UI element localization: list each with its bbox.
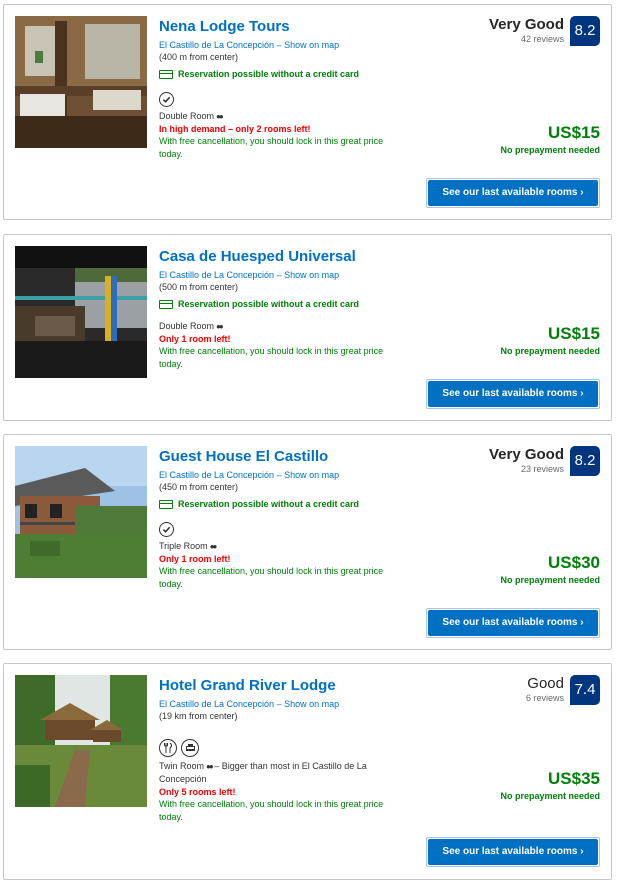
room-type: Twin Room ●● – Bigger than most in El Cas… <box>159 760 399 786</box>
see-rooms-label: See our last available rooms › <box>428 839 598 865</box>
review-count: 6 reviews <box>525 693 564 703</box>
property-card: Guest House El Castillo El Castillo de L… <box>3 434 612 650</box>
room-type-label: Twin Room <box>159 761 205 771</box>
credit-card-icon <box>159 499 173 509</box>
property-name[interactable]: Hotel Grand River Lodge <box>159 676 409 696</box>
restaurant-icon <box>159 739 177 757</box>
review-word: Good <box>527 675 564 692</box>
credit-card-icon <box>159 299 173 309</box>
property-name[interactable]: Nena Lodge Tours <box>159 17 409 37</box>
demand-warning: Only 5 rooms left! <box>159 787 236 797</box>
room-type: Double Room ●● <box>159 110 409 123</box>
prepayment-note: No prepayment needed <box>500 791 600 801</box>
property-name[interactable]: Guest House El Castillo <box>159 447 409 467</box>
property-photo[interactable] <box>15 675 147 807</box>
property-photo[interactable] <box>15 16 147 148</box>
demand-warning: Only 1 room left! <box>159 334 231 344</box>
review-summary[interactable]: Good 6 reviews 7.4 <box>526 675 600 705</box>
property-card: Nena Lodge Tours El Castillo de La Conce… <box>3 4 612 220</box>
review-word: Very Good <box>488 446 564 463</box>
property-distance: (500 m from center) <box>159 282 239 292</box>
no-credit-card-note: Reservation possible without a credit ca… <box>159 298 409 310</box>
prepayment-note: No prepayment needed <box>500 145 600 155</box>
see-rooms-label: See our last available rooms › <box>428 610 598 636</box>
property-name[interactable]: Casa de Huesped Universal <box>159 247 409 267</box>
see-rooms-button[interactable]: See our last available rooms › <box>426 178 600 208</box>
property-distance: (19 km from center) <box>159 711 238 721</box>
check-badge-icon <box>159 92 174 107</box>
check-badge-icon <box>159 522 174 537</box>
no-credit-card-note: Reservation possible without a credit ca… <box>159 68 409 80</box>
property-photo[interactable] <box>15 446 147 578</box>
two-guests-icon: ●● <box>209 542 218 551</box>
room-type-label: Double Room <box>159 111 215 121</box>
price: US$35 <box>548 769 600 788</box>
property-card: Casa de Huesped Universal El Castillo de… <box>3 234 612 421</box>
no-credit-card-label: Reservation possible without a credit ca… <box>178 69 360 79</box>
see-rooms-button[interactable]: See our last available rooms › <box>426 837 600 867</box>
review-word: Very Good <box>488 16 564 33</box>
review-count: 23 reviews <box>520 464 564 474</box>
property-location[interactable]: El Castillo de La Concepción – Show on m… <box>159 269 409 281</box>
review-score: 8.2 <box>570 16 600 46</box>
room-type-label: Triple Room <box>159 541 208 551</box>
room-type: Double Room ●● <box>159 320 409 333</box>
property-location[interactable]: El Castillo de La Concepción – Show on m… <box>159 698 409 710</box>
price: US$15 <box>548 324 600 343</box>
property-distance: (450 m from center) <box>159 482 239 492</box>
no-credit-card-label: Reservation possible without a credit ca… <box>178 499 360 509</box>
prepayment-note: No prepayment needed <box>500 346 600 356</box>
property-distance: (400 m from center) <box>159 52 239 62</box>
property-card: Hotel Grand River Lodge El Castillo de L… <box>3 663 612 880</box>
price: US$15 <box>548 123 600 142</box>
cancellation-note: With free cancellation, you should lock … <box>159 346 384 369</box>
review-score: 7.4 <box>570 675 600 705</box>
property-photo[interactable] <box>15 246 147 378</box>
two-guests-icon: ●● <box>216 322 224 331</box>
no-credit-card-label: Reservation possible without a credit ca… <box>178 299 360 309</box>
demand-warning: Only 1 room left! <box>159 554 231 564</box>
two-guests-icon: ●● <box>216 112 224 121</box>
feature-icons <box>159 522 409 537</box>
see-rooms-button[interactable]: See our last available rooms › <box>426 608 600 638</box>
taxi-icon <box>181 739 199 757</box>
feature-icons <box>159 92 409 107</box>
see-rooms-button[interactable]: See our last available rooms › <box>426 379 600 409</box>
cancellation-note: With free cancellation, you should lock … <box>159 566 384 589</box>
review-summary[interactable]: Very Good 42 reviews 8.2 <box>489 16 600 46</box>
cancellation-note: With free cancellation, you should lock … <box>159 136 384 159</box>
room-type: Triple Room ●● <box>159 540 409 553</box>
review-score: 8.2 <box>570 446 600 476</box>
cancellation-note: With free cancellation, you should lock … <box>159 799 384 822</box>
review-summary[interactable]: Very Good 23 reviews 8.2 <box>489 446 600 476</box>
prepayment-note: No prepayment needed <box>500 575 600 585</box>
demand-warning: In high demand – only 2 rooms left! <box>159 124 311 134</box>
see-rooms-label: See our last available rooms › <box>428 381 598 407</box>
credit-card-icon <box>159 69 173 79</box>
two-guests-icon: ●● <box>206 762 214 771</box>
property-location[interactable]: El Castillo de La Concepción – Show on m… <box>159 469 409 481</box>
room-type-label: Double Room <box>159 321 215 331</box>
review-count: 42 reviews <box>520 34 564 44</box>
feature-icons <box>159 739 409 757</box>
see-rooms-label: See our last available rooms › <box>428 180 598 206</box>
no-credit-card-note: Reservation possible without a credit ca… <box>159 498 409 510</box>
property-location[interactable]: El Castillo de La Concepción – Show on m… <box>159 39 409 51</box>
price: US$30 <box>548 553 600 572</box>
